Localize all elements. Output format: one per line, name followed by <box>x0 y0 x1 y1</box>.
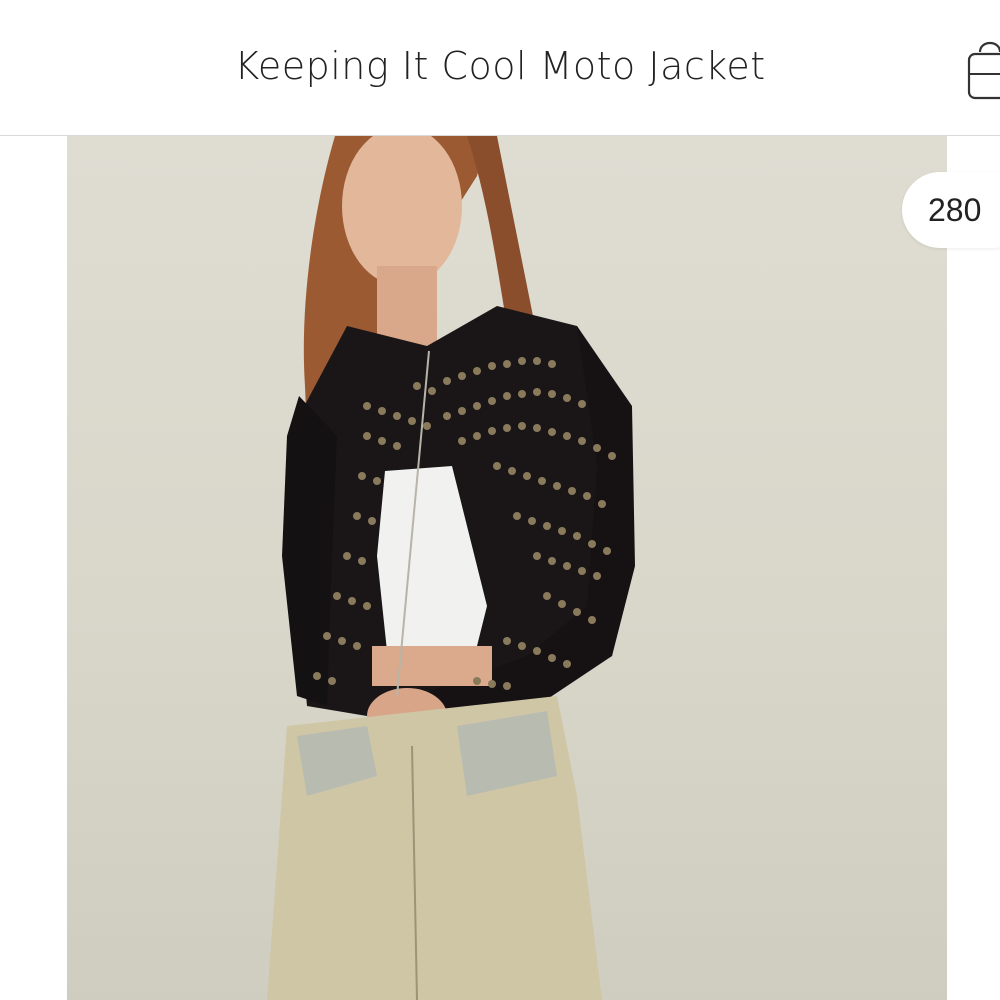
image-count-text: 280 <box>928 192 982 228</box>
product-gallery <box>0 136 1000 1000</box>
product-title: Keeping It Cool Moto Jacket <box>234 44 766 88</box>
product-photo[interactable] <box>67 136 947 1000</box>
image-count-badge: 280 <box>902 172 1000 248</box>
shopping-bag-icon[interactable] <box>966 34 1000 104</box>
product-header: Keeping It Cool Moto Jacket <box>0 0 1000 136</box>
